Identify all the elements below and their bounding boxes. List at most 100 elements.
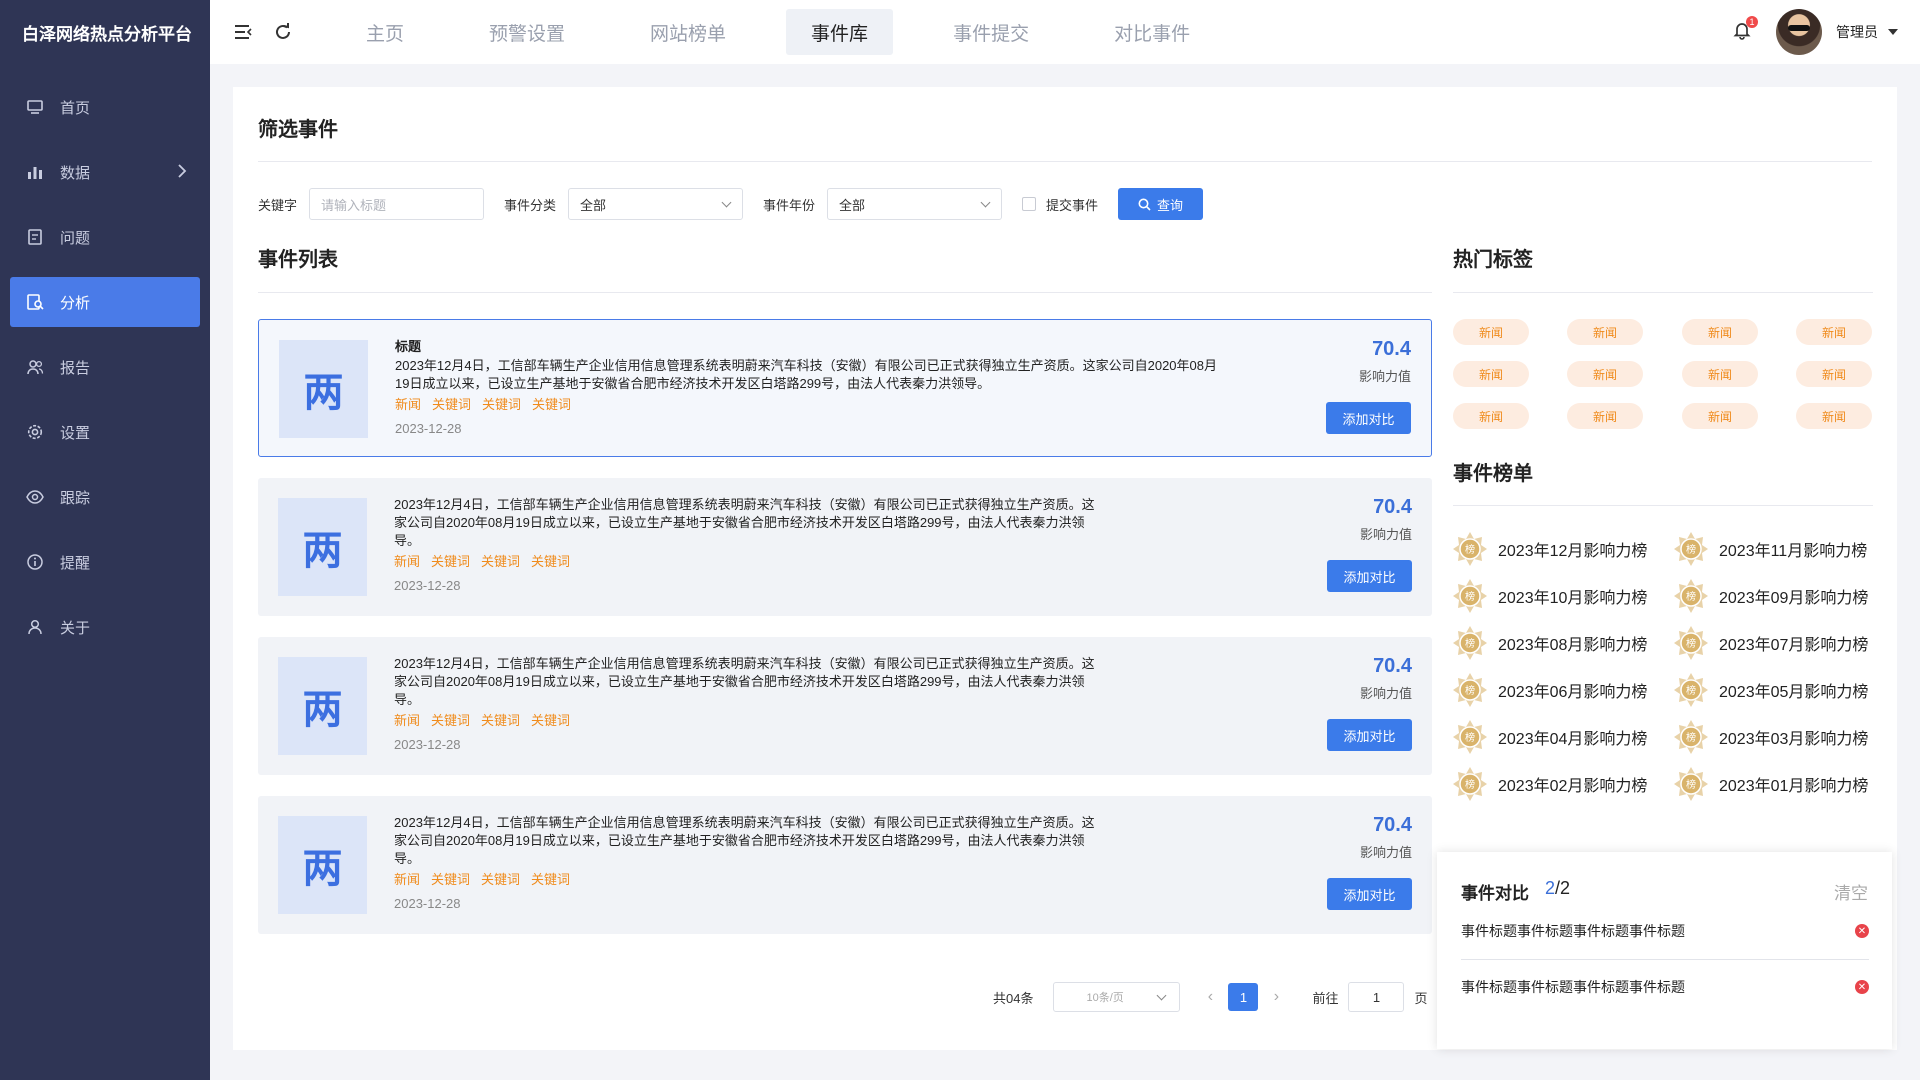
ranking-item[interactable]: 榜 2023年07月影响力榜 [1673, 625, 1868, 661]
next-page-icon[interactable]: › [1268, 988, 1284, 1005]
event-tag[interactable]: 关键词 [432, 397, 471, 412]
remove-icon[interactable]: ✕ [1855, 924, 1869, 938]
hot-tag[interactable]: 新闻 [1453, 319, 1529, 345]
medal-icon: 榜 [1453, 532, 1487, 566]
caret-down-icon[interactable] [1888, 29, 1898, 35]
ranking-item[interactable]: 榜 2023年12月影响力榜 [1452, 531, 1647, 567]
ranking-item[interactable]: 榜 2023年06月影响力榜 [1452, 672, 1647, 708]
eye-icon [24, 486, 46, 508]
users-icon [24, 356, 46, 378]
ranking-item[interactable]: 榜 2023年03月影响力榜 [1673, 719, 1868, 755]
remove-icon[interactable]: ✕ [1855, 980, 1869, 994]
username[interactable]: 管理员 [1836, 22, 1878, 42]
event-tag[interactable]: 新闻 [394, 872, 420, 887]
event-card[interactable]: 两 2023年12月4日，工信部车辆生产企业信用信息管理系统表明蔚来汽车科技（安… [258, 637, 1432, 775]
event-tag[interactable]: 新闻 [394, 713, 420, 728]
sidebar-item-tracking[interactable]: 跟踪 [10, 472, 200, 522]
hot-tag[interactable]: 新闻 [1796, 403, 1872, 429]
sidebar-item-settings[interactable]: 设置 [10, 407, 200, 457]
sidebar-item-issues[interactable]: 问题 [10, 212, 200, 262]
ranking-item[interactable]: 榜 2023年10月影响力榜 [1452, 578, 1647, 614]
hot-tag[interactable]: 新闻 [1567, 319, 1643, 345]
sidebar-item-reminder[interactable]: 提醒 [10, 537, 200, 587]
event-date: 2023-12-28 [394, 896, 461, 911]
event-tag[interactable]: 新闻 [395, 397, 421, 412]
event-thumbnail: 两 [278, 816, 367, 914]
compare-title: 事件对比 [1461, 884, 1529, 903]
event-tag[interactable]: 关键词 [481, 713, 520, 728]
hot-tag[interactable]: 新闻 [1682, 361, 1758, 387]
hot-tag[interactable]: 新闻 [1796, 361, 1872, 387]
ranking-label: 2023年02月影响力榜 [1498, 778, 1648, 795]
event-tag[interactable]: 关键词 [531, 713, 570, 728]
hot-tag[interactable]: 新闻 [1567, 403, 1643, 429]
prev-page-icon[interactable]: ‹ [1202, 988, 1218, 1005]
tab-compare-events[interactable]: 对比事件 [1089, 9, 1215, 55]
event-tag[interactable]: 关键词 [481, 554, 520, 569]
ranking-item[interactable]: 榜 2023年08月影响力榜 [1452, 625, 1647, 661]
goto-page-input[interactable]: 1 [1348, 982, 1405, 1012]
hot-tag[interactable]: 新闻 [1796, 319, 1872, 345]
event-tag[interactable]: 新闻 [394, 554, 420, 569]
app-title: 白泽网络热点分析平台 [22, 24, 192, 44]
event-tag[interactable]: 关键词 [431, 872, 470, 887]
sidebar-item-about[interactable]: 关于 [10, 602, 200, 652]
tab-event-submit[interactable]: 事件提交 [928, 9, 1054, 55]
event-tag[interactable]: 关键词 [532, 397, 571, 412]
event-tag[interactable]: 关键词 [431, 554, 470, 569]
event-tag[interactable]: 关键词 [531, 554, 570, 569]
ranking-item[interactable]: 榜 2023年11月影响力榜 [1673, 531, 1867, 567]
ranking-item[interactable]: 榜 2023年05月影响力榜 [1673, 672, 1868, 708]
hot-tag[interactable]: 新闻 [1567, 361, 1643, 387]
add-compare-button[interactable]: 添加对比 [1326, 402, 1411, 434]
sidebar-item-label: 首页 [60, 99, 91, 117]
impact-score-label: 影响力值 [1359, 686, 1412, 701]
hot-tag[interactable]: 新闻 [1453, 403, 1529, 429]
ranking-item[interactable]: 榜 2023年09月影响力榜 [1673, 578, 1868, 614]
event-text-line: 2023年12月4日，工信部车辆生产企业信用信息管理系统表明蔚来汽车科技（安徽）… [394, 497, 1095, 512]
tab-home[interactable]: 主页 [341, 9, 429, 55]
event-tag[interactable]: 关键词 [482, 397, 521, 412]
sidebar-item-home[interactable]: 首页 [10, 82, 200, 132]
ranking-item[interactable]: 榜 2023年04月影响力榜 [1452, 719, 1647, 755]
add-compare-button[interactable]: 添加对比 [1327, 878, 1412, 910]
tab-event-library[interactable]: 事件库 [786, 9, 894, 55]
keyword-label: 关键字 [258, 197, 298, 213]
gear-icon [24, 421, 46, 443]
avatar[interactable] [1776, 9, 1822, 55]
year-select[interactable]: 全部 [827, 188, 1003, 220]
event-tag[interactable]: 关键词 [531, 872, 570, 887]
sidebar-item-data[interactable]: 数据 [10, 147, 200, 197]
add-compare-button[interactable]: 添加对比 [1327, 560, 1412, 592]
event-card[interactable]: 两 2023年12月4日，工信部车辆生产企业信用信息管理系统表明蔚来汽车科技（安… [258, 796, 1432, 934]
event-card[interactable]: 两 2023年12月4日，工信部车辆生产企业信用信息管理系统表明蔚来汽车科技（安… [258, 478, 1432, 616]
notification-bell[interactable]: 1 [1728, 16, 1758, 46]
event-text-line: 2023年12月4日，工信部车辆生产企业信用信息管理系统表明蔚来汽车科技（安徽）… [395, 358, 1217, 373]
notification-badge: 1 [1746, 16, 1758, 28]
page-number-current[interactable]: 1 [1228, 983, 1259, 1011]
ranking-item[interactable]: 榜 2023年01月影响力榜 [1673, 766, 1868, 802]
keyword-input[interactable]: 请输入标题 [309, 188, 485, 220]
event-tag[interactable]: 关键词 [431, 713, 470, 728]
clear-compare-button[interactable]: 清空 [1834, 879, 1868, 904]
event-tag[interactable]: 关键词 [481, 872, 520, 887]
sidebar-item-label: 设置 [60, 424, 91, 442]
sidebar-item-analysis[interactable]: 分析 [10, 277, 200, 327]
hot-tags-title: 热门标签 [1453, 249, 1533, 271]
hot-tag[interactable]: 新闻 [1453, 361, 1529, 387]
refresh-icon[interactable] [270, 19, 296, 45]
add-compare-button[interactable]: 添加对比 [1327, 719, 1412, 751]
tab-alert-settings[interactable]: 预警设置 [464, 9, 590, 55]
tab-site-ranking[interactable]: 网站榜单 [625, 9, 751, 55]
submitted-checkbox[interactable] [1022, 197, 1037, 211]
sidebar-item-report[interactable]: 报告 [10, 342, 200, 392]
medal-icon: 榜 [1674, 720, 1708, 754]
menu-collapse-icon[interactable] [230, 19, 256, 45]
hot-tag[interactable]: 新闻 [1682, 403, 1758, 429]
hot-tag[interactable]: 新闻 [1682, 319, 1758, 345]
page-size-select[interactable]: 10条/页 [1053, 982, 1181, 1012]
category-select[interactable]: 全部 [568, 188, 744, 220]
ranking-item[interactable]: 榜 2023年02月影响力榜 [1452, 766, 1647, 802]
event-card[interactable]: 两 标题 2023年12月4日，工信部车辆生产企业信用信息管理系统表明蔚来汽车科… [258, 319, 1432, 457]
query-button[interactable]: 查询 [1118, 188, 1204, 220]
